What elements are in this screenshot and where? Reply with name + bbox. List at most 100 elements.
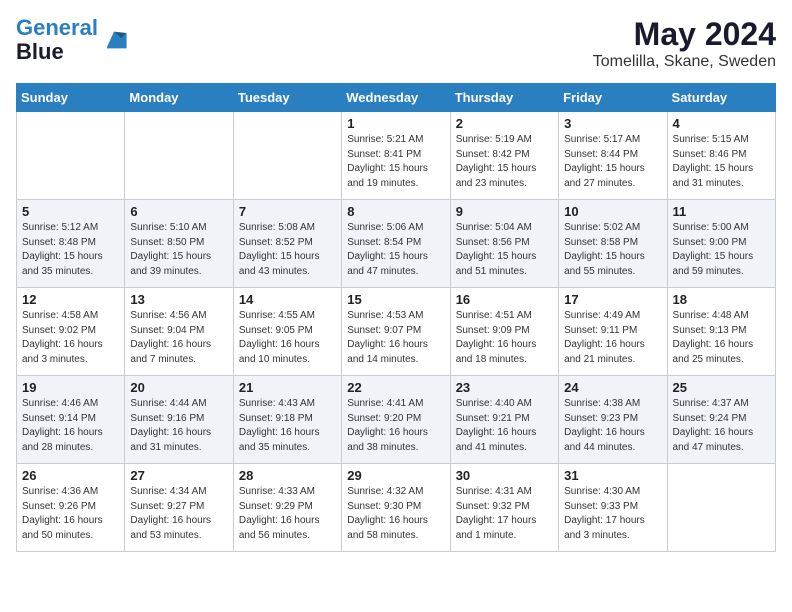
day-info: Sunrise: 4:55 AMSunset: 9:05 PMDaylight:… [239, 309, 336, 367]
empty-cell [667, 464, 775, 552]
day-number: 3 [564, 116, 661, 131]
day-number: 26 [22, 468, 119, 483]
day-cell-31: 31Sunrise: 4:30 AMSunset: 9:33 PMDayligh… [559, 464, 667, 552]
day-cell-17: 17Sunrise: 4:49 AMSunset: 9:11 PMDayligh… [559, 288, 667, 376]
day-info: Sunrise: 5:00 AMSunset: 9:00 PMDaylight:… [673, 221, 770, 279]
title-block: May 2024 Tomelilla, Skane, Sweden [593, 16, 776, 71]
week-row-3: 12 Sunrise: 4:58 AMSunset: 9:02 PMDayligh… [17, 288, 776, 376]
day-cell-9: 9 Sunrise: 5:04 AMSunset: 8:56 PMDaylight… [450, 200, 558, 288]
day-number: 4 [673, 116, 770, 131]
day-cell-8: 8 Sunrise: 5:06 AMSunset: 8:54 PMDaylight… [342, 200, 450, 288]
day-info: Sunrise: 4:30 AMSunset: 9:33 PMDaylight:… [564, 485, 661, 543]
day-cell-6: 6Sunrise: 5:10 AMSunset: 8:50 PMDaylight… [125, 200, 233, 288]
day-number: 21 [239, 380, 336, 395]
day-info: Sunrise: 4:58 AMSunset: 9:02 PMDaylight:… [22, 309, 119, 367]
weekday-header-thursday: Thursday [450, 84, 558, 112]
empty-cell [17, 112, 125, 200]
day-info: Sunrise: 4:56 AMSunset: 9:04 PMDaylight:… [130, 309, 227, 367]
day-number: 16 [456, 292, 553, 307]
day-info: Sunrise: 4:33 AMSunset: 9:29 PMDaylight:… [239, 485, 336, 543]
day-cell-16: 16 Sunrise: 4:51 AMSunset: 9:09 PMDayligh… [450, 288, 558, 376]
day-cell-15: 15 Sunrise: 4:53 AMSunset: 9:07 PMDayligh… [342, 288, 450, 376]
day-cell-11: 11 Sunrise: 5:00 AMSunset: 9:00 PMDayligh… [667, 200, 775, 288]
week-row-2: 5 Sunrise: 5:12 AMSunset: 8:48 PMDaylight… [17, 200, 776, 288]
logo: GeneralBlue [16, 16, 128, 64]
day-number: 12 [22, 292, 119, 307]
day-cell-24: 24 Sunrise: 4:38 AMSunset: 9:23 PMDayligh… [559, 376, 667, 464]
day-info: Sunrise: 5:06 AMSunset: 8:54 PMDaylight:… [347, 221, 444, 279]
day-cell-7: 7 Sunrise: 5:08 AMSunset: 8:52 PMDaylight… [233, 200, 341, 288]
day-cell-22: 22 Sunrise: 4:41 AMSunset: 9:20 PMDayligh… [342, 376, 450, 464]
day-cell-5: 5 Sunrise: 5:12 AMSunset: 8:48 PMDaylight… [17, 200, 125, 288]
day-info: Sunrise: 4:37 AMSunset: 9:24 PMDaylight:… [673, 397, 770, 455]
empty-cell [233, 112, 341, 200]
day-cell-19: 19 Sunrise: 4:46 AMSunset: 9:14 PMDayligh… [17, 376, 125, 464]
day-number: 10 [564, 204, 661, 219]
day-info: Sunrise: 4:43 AMSunset: 9:18 PMDaylight:… [239, 397, 336, 455]
day-info: Sunrise: 4:31 AMSunset: 9:32 PMDaylight:… [456, 485, 553, 543]
day-number: 23 [456, 380, 553, 395]
day-number: 28 [239, 468, 336, 483]
week-row-1: 1Sunrise: 5:21 AMSunset: 8:41 PMDaylight… [17, 112, 776, 200]
day-number: 2 [456, 116, 553, 131]
day-number: 18 [673, 292, 770, 307]
weekday-header-row: SundayMondayTuesdayWednesdayThursdayFrid… [17, 84, 776, 112]
day-info: Sunrise: 4:38 AMSunset: 9:23 PMDaylight:… [564, 397, 661, 455]
day-info: Sunrise: 5:12 AMSunset: 8:48 PMDaylight:… [22, 221, 119, 279]
day-number: 30 [456, 468, 553, 483]
day-cell-1: 1Sunrise: 5:21 AMSunset: 8:41 PMDaylight… [342, 112, 450, 200]
day-number: 9 [456, 204, 553, 219]
day-cell-30: 30 Sunrise: 4:31 AMSunset: 9:32 PMDayligh… [450, 464, 558, 552]
day-info: Sunrise: 5:08 AMSunset: 8:52 PMDaylight:… [239, 221, 336, 279]
day-number: 19 [22, 380, 119, 395]
day-number: 27 [130, 468, 227, 483]
empty-cell [125, 112, 233, 200]
day-number: 15 [347, 292, 444, 307]
day-number: 20 [130, 380, 227, 395]
day-number: 24 [564, 380, 661, 395]
day-cell-25: 25Sunrise: 4:37 AMSunset: 9:24 PMDayligh… [667, 376, 775, 464]
day-cell-23: 23Sunrise: 4:40 AMSunset: 9:21 PMDayligh… [450, 376, 558, 464]
day-cell-12: 12 Sunrise: 4:58 AMSunset: 9:02 PMDayligh… [17, 288, 125, 376]
day-info: Sunrise: 4:48 AMSunset: 9:13 PMDaylight:… [673, 309, 770, 367]
day-cell-26: 26Sunrise: 4:36 AMSunset: 9:26 PMDayligh… [17, 464, 125, 552]
week-row-5: 26Sunrise: 4:36 AMSunset: 9:26 PMDayligh… [17, 464, 776, 552]
day-info: Sunrise: 4:34 AMSunset: 9:27 PMDaylight:… [130, 485, 227, 543]
day-cell-28: 28 Sunrise: 4:33 AMSunset: 9:29 PMDayligh… [233, 464, 341, 552]
day-info: Sunrise: 5:21 AMSunset: 8:41 PMDaylight:… [347, 133, 444, 191]
day-number: 11 [673, 204, 770, 219]
weekday-header-saturday: Saturday [667, 84, 775, 112]
day-info: Sunrise: 5:02 AMSunset: 8:58 PMDaylight:… [564, 221, 661, 279]
day-info: Sunrise: 4:51 AMSunset: 9:09 PMDaylight:… [456, 309, 553, 367]
page-header: GeneralBlue May 2024 Tomelilla, Skane, S… [16, 16, 776, 71]
day-info: Sunrise: 4:53 AMSunset: 9:07 PMDaylight:… [347, 309, 444, 367]
day-number: 29 [347, 468, 444, 483]
weekday-header-wednesday: Wednesday [342, 84, 450, 112]
day-cell-14: 14 Sunrise: 4:55 AMSunset: 9:05 PMDayligh… [233, 288, 341, 376]
day-info: Sunrise: 4:44 AMSunset: 9:16 PMDaylight:… [130, 397, 227, 455]
logo-icon [100, 26, 128, 54]
week-row-4: 19 Sunrise: 4:46 AMSunset: 9:14 PMDayligh… [17, 376, 776, 464]
day-info: Sunrise: 5:17 AMSunset: 8:44 PMDaylight:… [564, 133, 661, 191]
day-cell-13: 13 Sunrise: 4:56 AMSunset: 9:04 PMDayligh… [125, 288, 233, 376]
day-info: Sunrise: 5:19 AMSunset: 8:42 PMDaylight:… [456, 133, 553, 191]
day-number: 13 [130, 292, 227, 307]
day-number: 14 [239, 292, 336, 307]
day-number: 8 [347, 204, 444, 219]
weekday-header-sunday: Sunday [17, 84, 125, 112]
day-number: 7 [239, 204, 336, 219]
weekday-header-friday: Friday [559, 84, 667, 112]
day-number: 22 [347, 380, 444, 395]
day-info: Sunrise: 5:15 AMSunset: 8:46 PMDaylight:… [673, 133, 770, 191]
weekday-header-monday: Monday [125, 84, 233, 112]
day-number: 5 [22, 204, 119, 219]
day-info: Sunrise: 5:04 AMSunset: 8:56 PMDaylight:… [456, 221, 553, 279]
day-info: Sunrise: 4:46 AMSunset: 9:14 PMDaylight:… [22, 397, 119, 455]
logo-text: GeneralBlue [16, 16, 98, 64]
day-cell-20: 20 Sunrise: 4:44 AMSunset: 9:16 PMDayligh… [125, 376, 233, 464]
day-cell-10: 10 Sunrise: 5:02 AMSunset: 8:58 PMDayligh… [559, 200, 667, 288]
day-info: Sunrise: 4:32 AMSunset: 9:30 PMDaylight:… [347, 485, 444, 543]
day-cell-4: 4 Sunrise: 5:15 AMSunset: 8:46 PMDaylight… [667, 112, 775, 200]
day-info: Sunrise: 5:10 AMSunset: 8:50 PMDaylight:… [130, 221, 227, 279]
day-info: Sunrise: 4:41 AMSunset: 9:20 PMDaylight:… [347, 397, 444, 455]
